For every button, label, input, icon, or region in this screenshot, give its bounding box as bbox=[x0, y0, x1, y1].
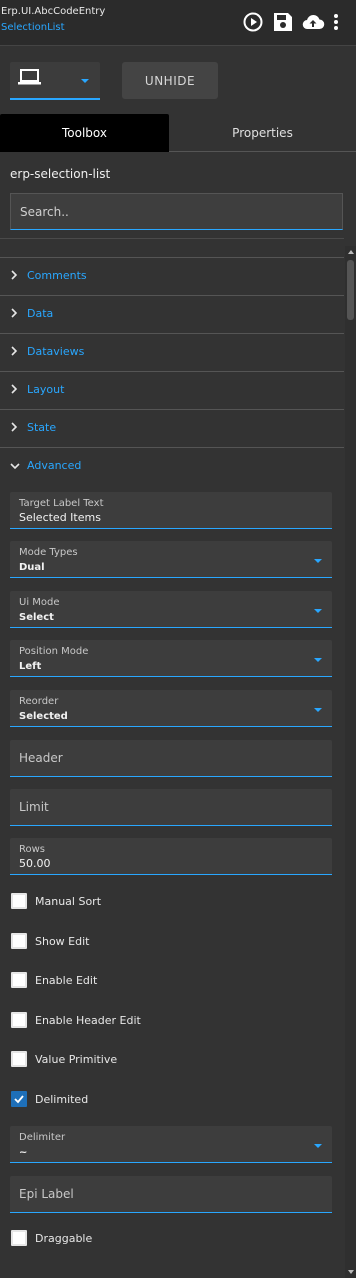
draggable-checkbox[interactable]: Draggable bbox=[11, 1229, 92, 1247]
section-dataviews[interactable]: Dataviews bbox=[0, 333, 344, 369]
field-label: Ui Mode bbox=[19, 597, 60, 608]
search-input[interactable]: Search.. bbox=[10, 193, 343, 230]
dropdown-arrow-icon bbox=[314, 658, 322, 662]
value-primitive-checkbox[interactable]: Value Primitive bbox=[11, 1050, 117, 1068]
section-advanced[interactable]: Advanced bbox=[0, 447, 344, 483]
epi-label-field[interactable]: Epi Label bbox=[10, 1176, 332, 1213]
field-placeholder: Limit bbox=[19, 800, 49, 814]
field-value: Selected Items bbox=[19, 511, 101, 524]
checkbox-box[interactable] bbox=[11, 933, 27, 949]
top-bar: Erp.UI.AbcCodeEntry SelectionList bbox=[0, 0, 356, 46]
dropdown-arrow-icon bbox=[314, 708, 322, 712]
checkbox-box[interactable] bbox=[11, 893, 27, 909]
tab-toolbox[interactable]: Toolbox bbox=[0, 114, 169, 152]
delimiter-select[interactable]: Delimiter ~ bbox=[10, 1126, 332, 1163]
header-field[interactable]: Header bbox=[10, 740, 332, 777]
checkmark-icon bbox=[14, 1095, 24, 1104]
position-mode-select[interactable]: Position Mode Left bbox=[10, 640, 332, 677]
field-label: Target Label Text bbox=[19, 498, 104, 509]
section-data[interactable]: Data bbox=[0, 295, 344, 331]
section-layout[interactable]: Layout bbox=[0, 371, 344, 407]
panel-tabs: Toolbox Properties bbox=[0, 114, 356, 152]
field-value: Selected bbox=[19, 711, 68, 722]
field-label: Mode Types bbox=[19, 547, 78, 558]
mode-types-select[interactable]: Mode Types Dual bbox=[10, 541, 332, 578]
component-subtitle-link[interactable]: SelectionList bbox=[1, 22, 65, 33]
component-name: erp-selection-list bbox=[10, 167, 111, 181]
app-title: Erp.UI.AbcCodeEntry bbox=[1, 6, 106, 17]
section-label: Layout bbox=[27, 383, 65, 396]
checkbox-box[interactable] bbox=[11, 972, 27, 988]
dropdown-arrow-icon bbox=[314, 559, 322, 563]
play-icon[interactable] bbox=[241, 10, 265, 34]
divider bbox=[0, 238, 344, 239]
checkbox-box[interactable] bbox=[11, 1230, 27, 1246]
field-label: Position Mode bbox=[19, 646, 89, 657]
section-label: Data bbox=[27, 307, 54, 320]
checkbox-label: Value Primitive bbox=[35, 1052, 118, 1066]
section-label: Dataviews bbox=[27, 345, 85, 358]
checkbox-label: Manual Sort bbox=[35, 894, 102, 908]
checkbox-box[interactable] bbox=[11, 1012, 27, 1028]
target-label-text-field[interactable]: Target Label Text Selected Items bbox=[10, 492, 332, 529]
checkbox-box[interactable] bbox=[11, 1051, 27, 1067]
checkbox-label: Show Edit bbox=[35, 934, 90, 948]
laptop-icon bbox=[18, 68, 42, 92]
section-state[interactable]: State bbox=[0, 409, 344, 445]
checkbox-label: Delimited bbox=[35, 1092, 89, 1106]
rows-field[interactable]: Rows 50.00 bbox=[10, 838, 332, 875]
chevron-right-icon bbox=[11, 308, 18, 318]
scrollbar[interactable] bbox=[345, 246, 356, 1278]
chevron-down-icon bbox=[81, 79, 89, 83]
field-label: Delimiter bbox=[19, 1132, 66, 1143]
chevron-right-icon bbox=[11, 384, 18, 394]
limit-field[interactable]: Limit bbox=[10, 789, 332, 826]
scroll-up-icon[interactable] bbox=[348, 250, 354, 254]
manual-sort-checkbox[interactable]: Manual Sort bbox=[11, 892, 101, 910]
scroll-down-icon[interactable] bbox=[348, 1270, 354, 1274]
field-value: ~ bbox=[19, 1147, 28, 1158]
section-comments[interactable]: Comments bbox=[0, 257, 344, 293]
section-label: State bbox=[27, 421, 57, 434]
scrollbar-thumb[interactable] bbox=[347, 260, 354, 320]
checkbox-label: Draggable bbox=[35, 1231, 93, 1245]
field-value: 50.00 bbox=[19, 857, 51, 870]
field-value: Left bbox=[19, 661, 42, 672]
enable-header-edit-checkbox[interactable]: Enable Header Edit bbox=[11, 1011, 141, 1029]
field-label: Reorder bbox=[19, 696, 59, 707]
chevron-right-icon bbox=[11, 346, 18, 356]
enable-edit-checkbox[interactable]: Enable Edit bbox=[11, 971, 97, 989]
field-label: Rows bbox=[19, 844, 46, 855]
show-edit-checkbox[interactable]: Show Edit bbox=[11, 932, 89, 950]
field-placeholder: Epi Label bbox=[19, 1187, 74, 1201]
chevron-right-icon bbox=[11, 422, 18, 432]
device-select[interactable] bbox=[10, 62, 100, 100]
checkbox-box[interactable] bbox=[11, 1091, 27, 1107]
field-placeholder: Header bbox=[19, 751, 63, 765]
section-label: Comments bbox=[27, 269, 87, 282]
ui-mode-select[interactable]: Ui Mode Select bbox=[10, 591, 332, 628]
checkbox-label: Enable Header Edit bbox=[35, 1013, 141, 1027]
tab-properties[interactable]: Properties bbox=[169, 114, 356, 152]
unhide-button[interactable]: UNHIDE bbox=[122, 62, 218, 99]
checkbox-label: Enable Edit bbox=[35, 973, 98, 987]
save-icon[interactable] bbox=[271, 10, 295, 34]
dropdown-arrow-icon bbox=[314, 1144, 322, 1148]
section-label: Advanced bbox=[27, 459, 82, 472]
chevron-down-icon bbox=[10, 463, 20, 470]
dropdown-arrow-icon bbox=[314, 609, 322, 613]
field-value: Dual bbox=[19, 562, 45, 573]
cloud-upload-icon[interactable] bbox=[301, 10, 325, 34]
field-value: Select bbox=[19, 612, 54, 623]
reorder-select[interactable]: Reorder Selected bbox=[10, 690, 332, 727]
more-vertical-icon[interactable] bbox=[330, 10, 342, 34]
chevron-right-icon bbox=[11, 270, 18, 280]
delimited-checkbox[interactable]: Delimited bbox=[11, 1090, 88, 1108]
